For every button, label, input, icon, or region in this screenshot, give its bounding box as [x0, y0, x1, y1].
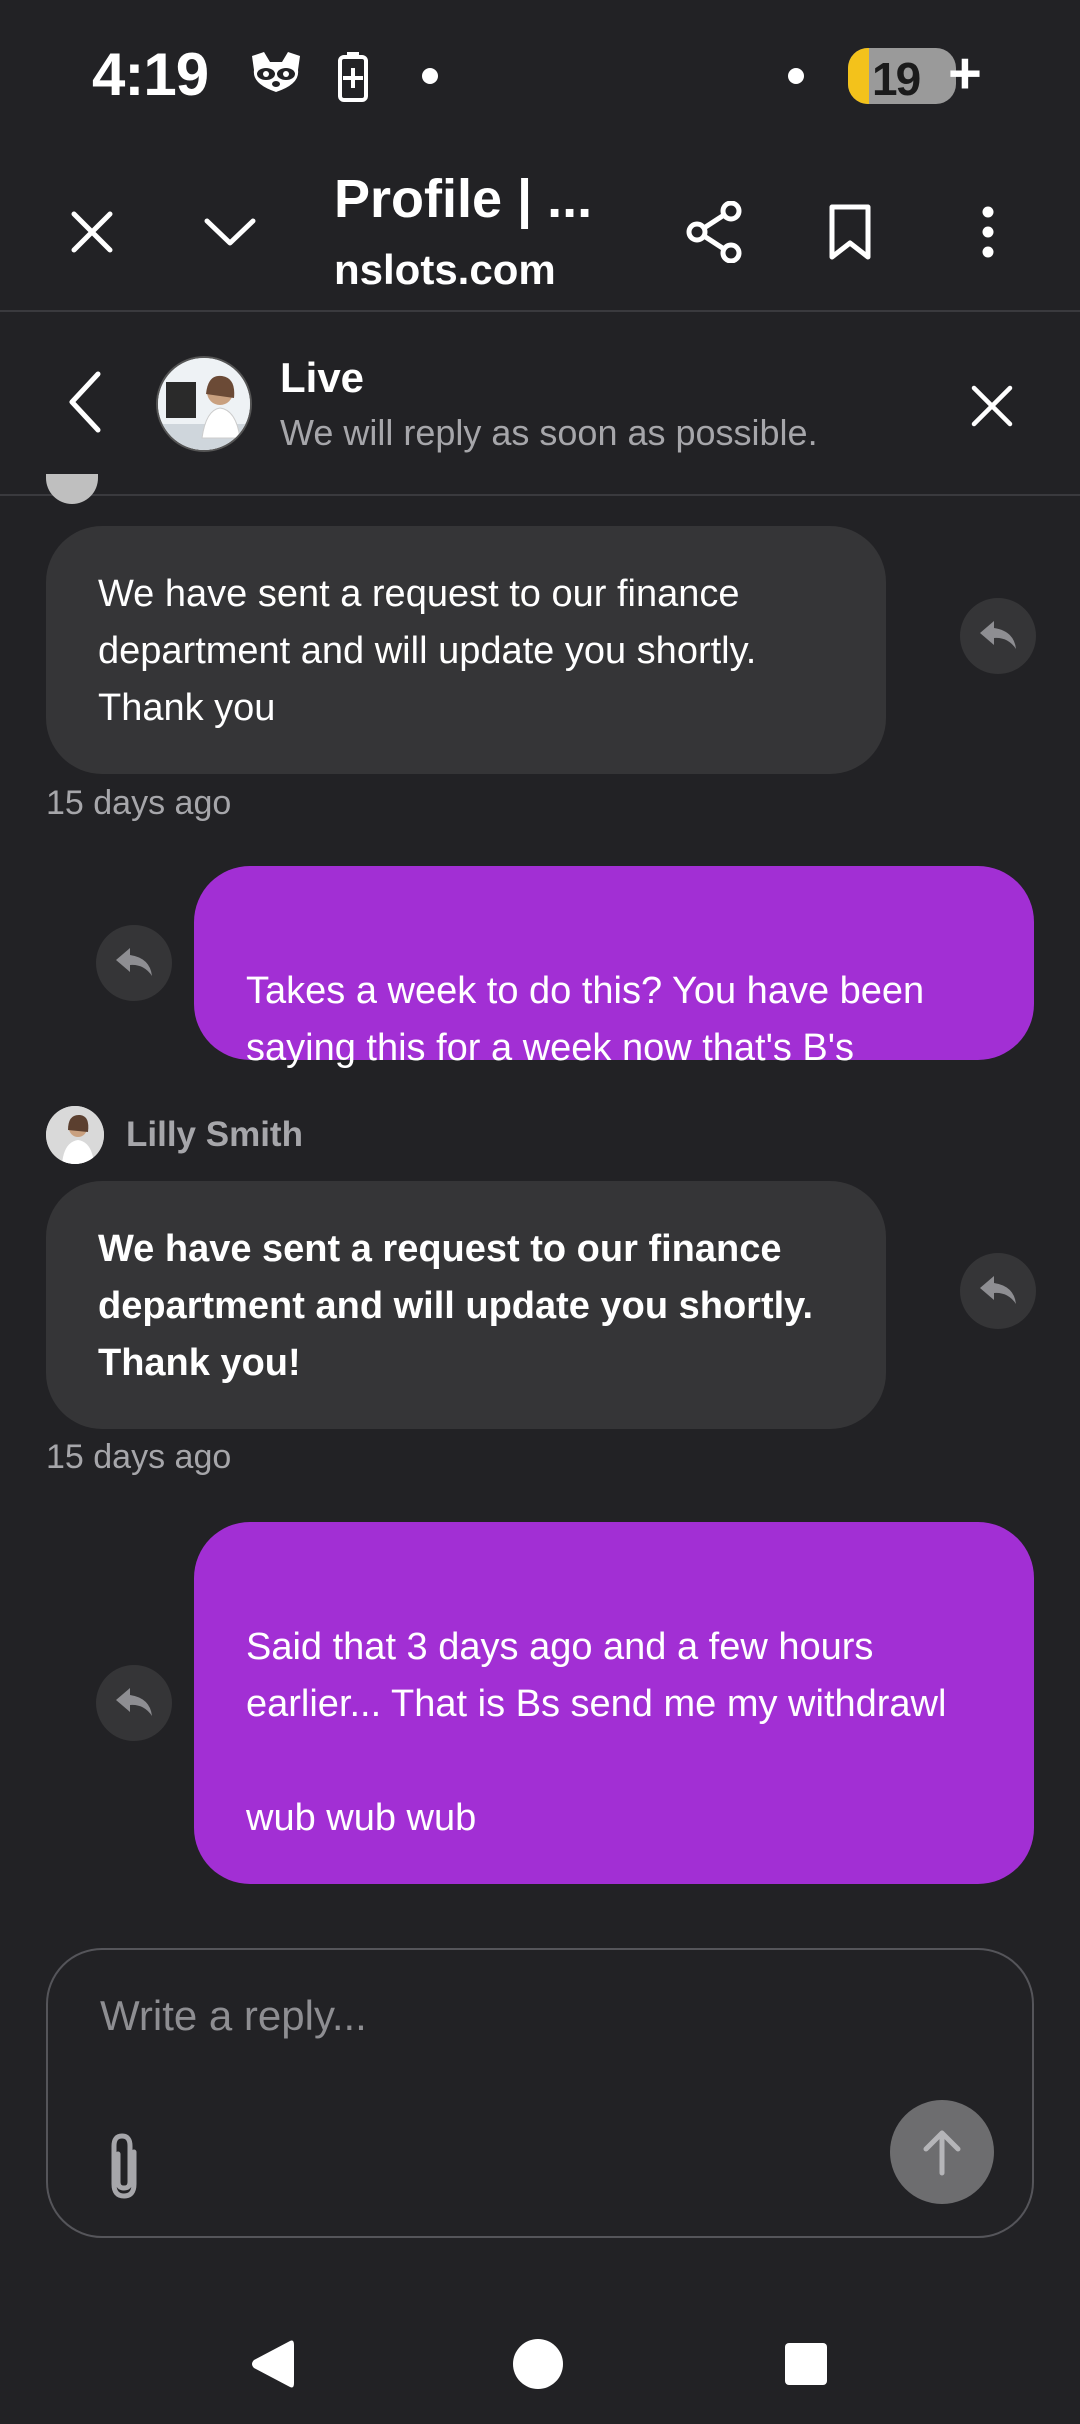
- status-time: 4:19: [92, 41, 209, 108]
- reply-box: [46, 1948, 1034, 2238]
- battery-level: 19: [872, 53, 921, 104]
- arrow-up-icon: [923, 2130, 961, 2176]
- reply-icon: [116, 1688, 152, 1716]
- triangle-back-icon: [252, 2340, 294, 2388]
- page-url[interactable]: nslots.com: [334, 246, 574, 294]
- message-text: Said that 3 days ago and a few hours ear…: [246, 1626, 947, 1839]
- circle-home-icon: [513, 2339, 563, 2389]
- sender-row: Lilly Smith: [46, 1106, 303, 1164]
- message-timestamp: 15 days ago: [46, 1438, 232, 1476]
- chat-header: Live We will reply as soon as possible.: [0, 312, 1080, 496]
- message-text: We have sent a request to our finance de…: [98, 573, 757, 729]
- send-button[interactable]: [890, 2100, 994, 2204]
- message-text: Takes a week to do this? You have been s…: [246, 970, 925, 1069]
- avatar: [46, 474, 98, 504]
- user-message: Said that 3 days ago and a few hours ear…: [194, 1522, 1034, 1884]
- close-icon: [71, 211, 113, 253]
- nav-back-button[interactable]: [236, 2328, 308, 2400]
- paperclip-icon[interactable]: [96, 2126, 156, 2206]
- close-tab-button[interactable]: [56, 196, 128, 268]
- minimize-button[interactable]: [194, 196, 266, 268]
- battery-fill: [848, 48, 869, 104]
- close-chat-icon[interactable]: [960, 366, 1024, 446]
- page-title: Profile | ...: [334, 169, 593, 229]
- raccoon-icon: [252, 52, 300, 92]
- user-message: Takes a week to do this? You have been s…: [194, 866, 1034, 1069]
- sender-name: Lilly Smith: [126, 1115, 303, 1154]
- chevron-down-icon: [204, 218, 256, 246]
- reply-button[interactable]: [96, 925, 172, 1001]
- battery-saver-icon: [338, 52, 368, 102]
- more-vertical-icon: [982, 206, 994, 258]
- avatar: [46, 1106, 104, 1164]
- square-recents-icon: [785, 2343, 827, 2385]
- browser-toolbar: Profile | ... nslots.com: [0, 150, 1080, 312]
- message-text: We have sent a request to our finance de…: [98, 1228, 814, 1384]
- status-bar: 4:19 19 +: [0, 0, 1080, 150]
- agent-avatar: [156, 356, 252, 452]
- bookmark-button[interactable]: [814, 196, 886, 268]
- share-icon: [686, 201, 742, 263]
- chat-subtitle: We will reply as soon as possible.: [280, 412, 818, 453]
- battery-indicator: 19: [848, 48, 956, 104]
- back-arrow-icon[interactable]: [54, 362, 118, 442]
- charging-plus-icon: +: [948, 41, 982, 106]
- nav-recents-button[interactable]: [770, 2328, 842, 2400]
- notification-dot-icon: [788, 68, 804, 84]
- reply-icon: [980, 1276, 1016, 1304]
- chat-title: Live: [280, 354, 365, 401]
- navigation-bar: [0, 2300, 1080, 2424]
- reply-button[interactable]: [96, 1665, 172, 1741]
- reply-button[interactable]: [960, 598, 1036, 674]
- notification-dot-icon: [422, 68, 438, 84]
- reply-icon: [980, 621, 1016, 649]
- reply-input[interactable]: [100, 1992, 900, 2040]
- reply-button[interactable]: [960, 1253, 1036, 1329]
- reply-icon: [116, 948, 152, 976]
- bookmark-icon: [829, 204, 871, 260]
- message-timestamp: 15 days ago: [46, 784, 232, 822]
- share-button[interactable]: [678, 196, 750, 268]
- agent-message: We have sent a request to our finance de…: [46, 1181, 886, 1429]
- more-options-button[interactable]: [952, 196, 1024, 268]
- nav-home-button[interactable]: [502, 2328, 574, 2400]
- agent-message: We have sent a request to our finance de…: [46, 526, 886, 774]
